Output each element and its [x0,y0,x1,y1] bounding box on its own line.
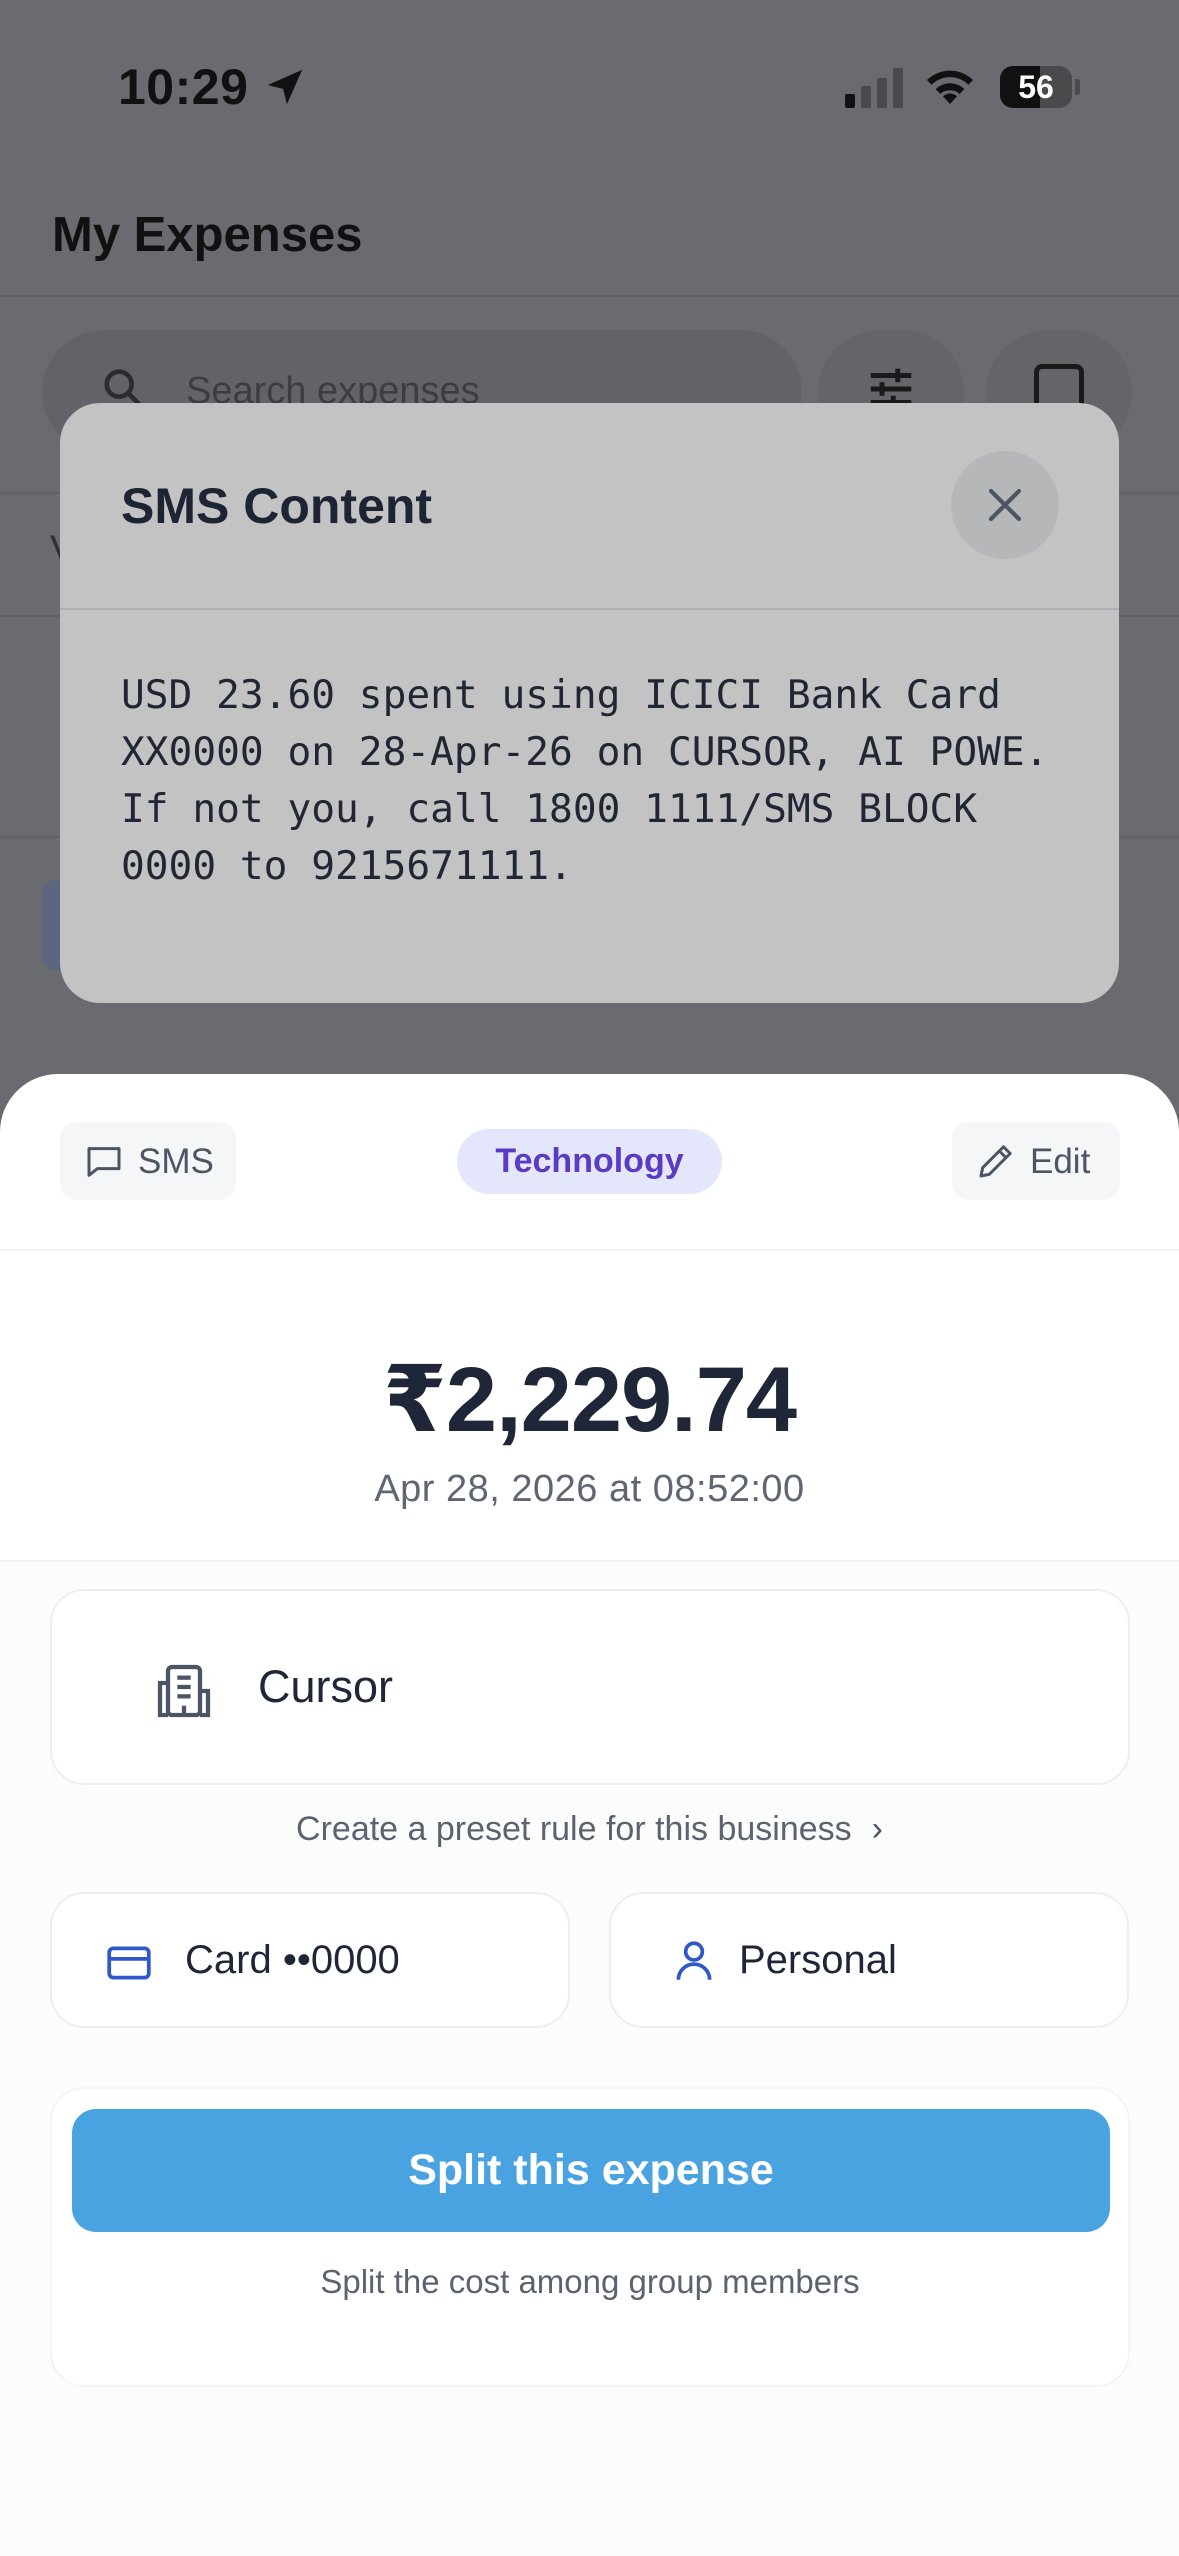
edit-button-label: Edit [1030,1142,1091,1181]
expense-amount: ₹2,229.74 [382,1349,797,1451]
expense-owner-card[interactable]: Personal [609,1892,1129,2028]
battery-indicator: 56 [1000,66,1080,108]
payment-method-card[interactable]: Card ••0000 [50,1892,570,2028]
split-section: Split this expense Split the cost among … [50,2087,1130,2387]
expense-detail-sheet: SMS Technology Edit ₹2,229.74 Apr 28, 20… [0,1074,1179,2556]
wifi-icon [927,70,973,104]
merchant-card[interactable]: Cursor [50,1589,1130,1785]
sms-message-text: USD 23.60 spent using ICICI Bank Card XX… [121,672,1049,889]
expense-datetime: Apr 28, 2026 at 08:52:00 [374,1468,805,1510]
edit-button[interactable]: Edit [952,1122,1120,1200]
status-bar: 10:29 56 [0,0,1179,175]
divider [0,1249,1179,1251]
building-icon [157,1664,211,1718]
split-expense-button[interactable]: Split this expense [72,2109,1110,2232]
page-title: My Expenses [52,208,363,262]
merchant-name: Cursor [258,1661,394,1712]
chat-bubble-icon [87,1147,121,1177]
category-badge[interactable]: Technology [457,1129,722,1194]
divider [60,608,1119,610]
person-icon [676,1941,712,1980]
divider [0,295,1179,297]
location-arrow-icon [267,69,303,105]
pencil-icon [979,1145,1012,1178]
expense-owner-label: Personal [739,1938,897,1982]
credit-card-icon [107,1946,151,1980]
payment-method-label: Card ••0000 [185,1938,400,1982]
preset-link-label: Create a preset rule for this business [296,1810,852,1848]
close-button[interactable] [951,451,1059,559]
cellular-signal-icon [845,68,903,108]
chevron-right-icon: › [871,1810,883,1848]
create-preset-rule-link[interactable]: Create a preset rule for this business › [0,1810,1179,1849]
battery-percentage: 56 [1018,69,1054,105]
close-icon [988,488,1022,522]
sms-button[interactable]: SMS [60,1122,236,1200]
status-time: 10:29 [118,59,249,115]
sms-content-popup: SMS Content USD 23.60 spent using ICICI … [60,403,1119,1003]
split-description: Split the cost among group members [320,2263,860,2300]
sms-button-label: SMS [138,1142,214,1181]
sms-popup-title: SMS Content [121,478,433,534]
